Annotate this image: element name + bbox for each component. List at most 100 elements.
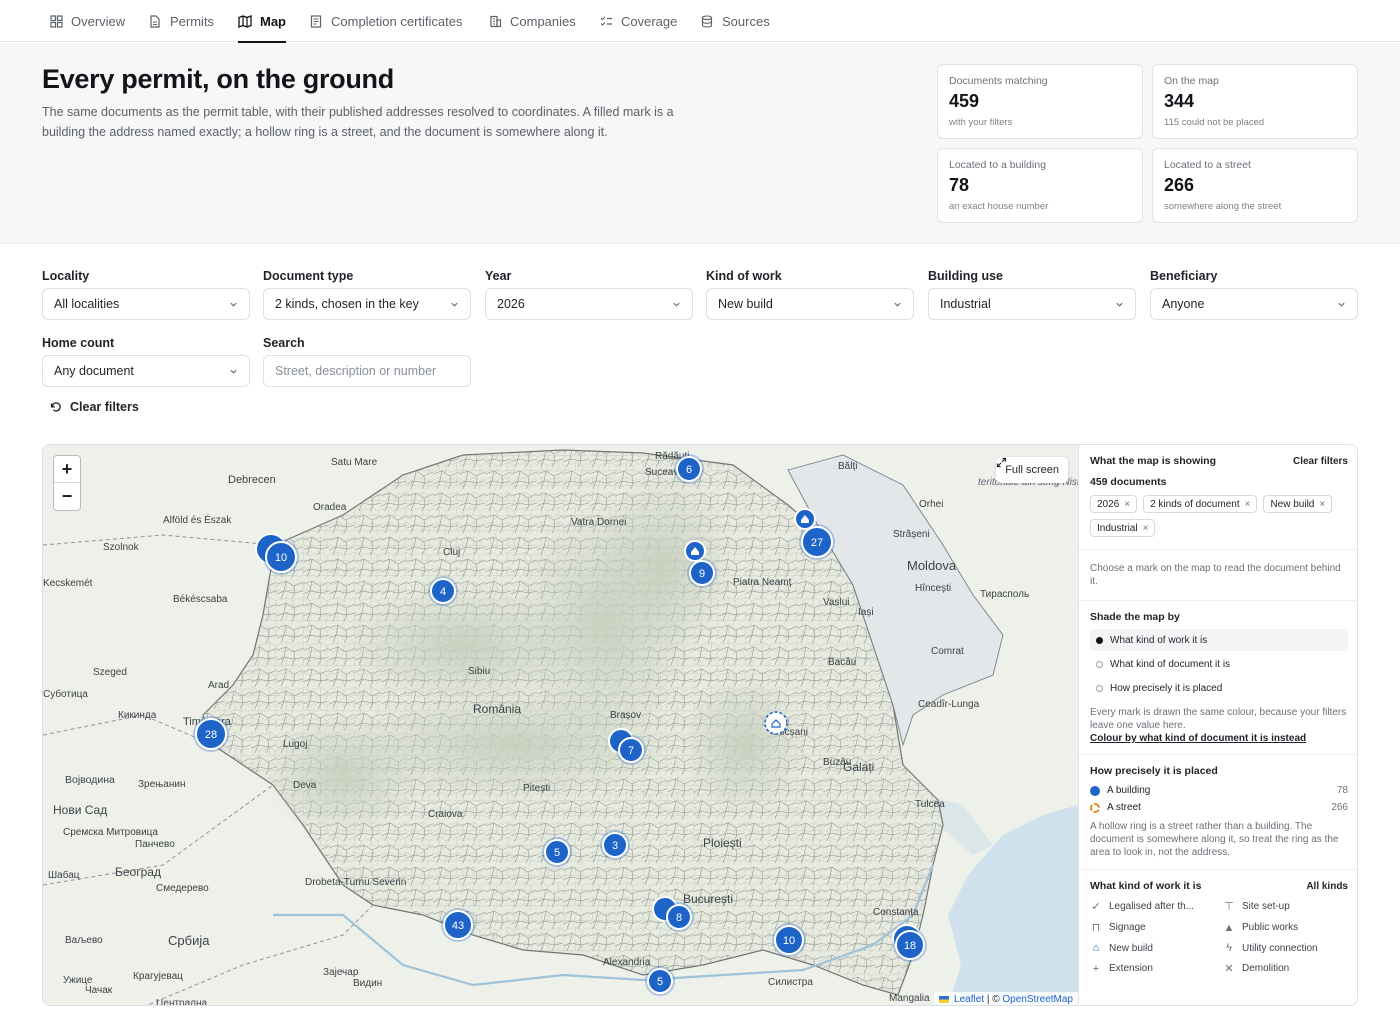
search-input[interactable] [263,355,471,387]
map-cluster-marker[interactable]: 3 [600,830,630,860]
legend-row-building: A building 78 [1090,782,1348,799]
place-label: Тирасполь [980,589,1029,600]
kind-label: Demolition [1242,963,1290,974]
beneficiary-select[interactable]: Anyone [1150,288,1358,320]
tab-companies[interactable]: Companies [488,0,576,42]
sign-icon: ⊓ [1091,922,1101,934]
chip-label: 2026 [1097,498,1120,510]
map-cluster-marker[interactable]: 10 [772,923,806,957]
tab-map[interactable]: Map [238,0,286,43]
kind-of-work-select[interactable]: New build [706,288,914,320]
tab-sources[interactable]: Sources [700,0,770,42]
relief-shading [263,715,423,835]
building-pin-marker[interactable] [794,508,816,530]
zoom-in-button[interactable]: + [54,456,80,483]
building-dot-icon [1090,785,1100,796]
filter-chip-building-use[interactable]: Industrial × [1090,519,1156,537]
document-type-select[interactable]: 2 kinds, chosen in the key [263,288,471,320]
map-cluster-marker[interactable]: 43 [441,908,475,942]
home-count-select[interactable]: Any document [42,355,250,387]
chip-label: New build [1270,498,1315,510]
colour-by-document-link[interactable]: Colour by what kind of document it is in… [1090,733,1348,744]
place-label: Comrat [931,646,964,657]
stat-sub: an exact house number [949,201,1049,212]
year-select[interactable]: 2026 [485,288,693,320]
cluster-count: 18 [904,940,916,952]
panel-clear-filters-link[interactable]: Clear filters [1293,456,1348,467]
shade-option-kind-of-document[interactable]: What kind of document it is [1090,653,1348,675]
close-icon[interactable]: × [1143,523,1149,534]
map-cluster-marker[interactable]: 8 [664,902,694,932]
kind-extension[interactable]: + Extension [1090,962,1215,975]
map-cluster-marker[interactable]: 10 [263,539,299,575]
place-label: Orhei [919,499,943,510]
place-label: Satu Mare [331,457,378,468]
kind-legalised[interactable]: ✓ Legalised after th... [1090,900,1215,913]
fullscreen-button[interactable]: Full screen [996,457,1068,483]
building-use-select[interactable]: Industrial [928,288,1136,320]
kind-label: Extension [1109,963,1153,974]
radio-label: How precisely it is placed [1110,682,1223,694]
place-label: Deva [293,780,317,791]
zoom-out-button[interactable]: − [54,483,80,510]
map-canvas[interactable]: Debrecen Szolnok Kecskemét Békéscsaba Alföld… [43,445,1078,1005]
select-value: Any document [54,364,134,378]
radio-dot [1096,636,1103,644]
map-cluster-marker[interactable]: 5 [542,837,572,867]
map-cluster-marker[interactable]: 6 [674,454,704,484]
leaflet-link[interactable]: Leaflet [954,994,984,1005]
locality-select[interactable]: All localities [42,288,250,320]
place-label: Зрењанин [138,779,185,790]
place-label: Bălți [838,461,857,472]
tab-overview[interactable]: Overview [49,0,125,42]
bolt-icon: ϟ [1226,942,1232,954]
shade-title: Shade the map by [1090,611,1180,623]
tab-completion-certificates[interactable]: Completion certificates [309,0,463,42]
kind-signage[interactable]: ⊓ Signage [1090,921,1215,934]
close-icon[interactable]: × [1124,499,1130,510]
certificate-icon [309,14,323,28]
clear-filters-button[interactable]: Clear filters [50,400,139,414]
legend-row-street: A street 266 [1090,799,1348,816]
street-ring-marker[interactable] [764,711,788,735]
place-label: Суботица [43,688,88,700]
reset-icon [50,402,61,412]
stat-on-the-map: On the map 344 115 could not be placed [1152,64,1358,139]
close-icon[interactable]: × [1319,499,1325,510]
choose-mark-section: Choose a mark on the map to read the doc… [1079,550,1357,601]
place-label: Шабац [48,869,80,881]
filter-chip-year[interactable]: 2026 × [1090,495,1138,513]
all-kinds-link[interactable]: All kinds [1306,881,1348,892]
shade-option-kind-of-work[interactable]: What kind of work it is [1090,629,1348,651]
stat-documents-matching: Documents matching 459 with your filters [937,64,1143,139]
map-cluster-marker[interactable]: 7 [616,735,646,765]
stat-sub: somewhere along the street [1164,201,1282,212]
place-label: Tulcea [915,799,945,810]
osm-link[interactable]: OpenStreetMap [1002,994,1073,1005]
map-cluster-marker[interactable]: 5 [645,966,675,996]
close-icon[interactable]: × [1245,499,1251,510]
chevron-down-icon [451,302,458,307]
tab-label: Coverage [621,13,678,29]
kind-new-build[interactable]: ⌂ New build [1090,942,1215,954]
cluster-count: 43 [452,920,464,932]
tab-coverage[interactable]: Coverage [599,0,677,42]
kind-site-setup[interactable]: ⊤ Site set-up [1223,900,1348,913]
map-cluster-marker[interactable]: 9 [687,558,717,588]
map-cluster-marker[interactable]: 18 [893,928,927,962]
map-cluster-marker[interactable]: 28 [193,716,229,752]
place-label: Силистра [768,977,813,988]
filter-chip-kind-of-work[interactable]: New build × [1263,495,1333,513]
place-label: Vaslui [823,597,850,608]
kind-public-works[interactable]: ▲ Public works [1223,921,1348,934]
shade-option-precision[interactable]: How precisely it is placed [1090,677,1348,699]
map-cluster-marker[interactable]: 4 [428,576,458,606]
tab-permits[interactable]: Permits [148,0,214,42]
kind-utility-connection[interactable]: ϟ Utility connection [1223,942,1348,954]
place-label: Constanța [873,907,919,918]
building-pin-marker[interactable] [684,540,706,562]
filter-year: Year 2026 [485,269,693,320]
filter-chip-document-type[interactable]: 2 kinds of document × [1143,495,1258,513]
kind-demolition[interactable]: ✕ Demolition [1223,962,1348,975]
shade-note: Every mark is drawn the same colour, bec… [1090,707,1347,731]
